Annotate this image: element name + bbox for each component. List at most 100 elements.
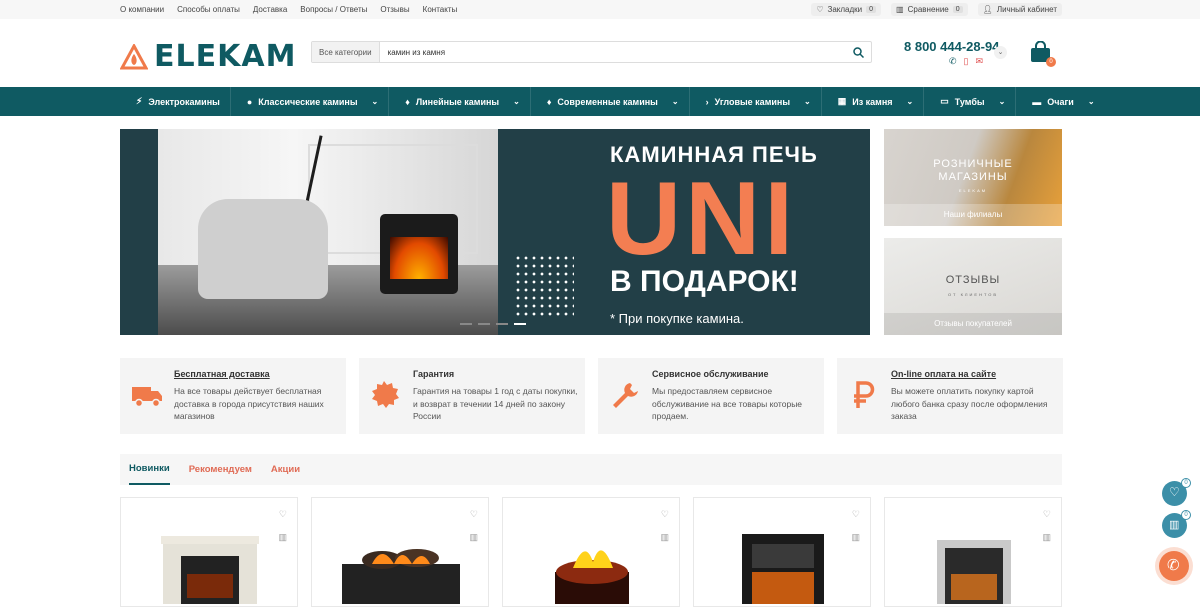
features-row: Бесплатная доставка На все товары действ… <box>120 358 1063 434</box>
feature-title: Сервисное обслуживание <box>652 369 769 379</box>
flame-logo-icon <box>120 43 148 69</box>
account-label: Личный кабинет <box>996 5 1057 14</box>
phone-icon[interactable]: ✆ <box>949 56 957 67</box>
feature-delivery: Бесплатная доставка На все товары действ… <box>120 358 346 434</box>
tab-recommended[interactable]: Рекомендуем <box>189 454 252 485</box>
wishlist-heart-icon[interactable]: ♡ <box>1043 509 1051 520</box>
stores-banner-sub: ELEKAM <box>958 188 988 193</box>
nav-label: Классические камины <box>258 96 358 107</box>
search-input[interactable]: камин из камня <box>380 48 845 57</box>
search-button[interactable] <box>845 42 871 62</box>
phone-number[interactable]: 8 800 444-28-94 <box>904 39 999 54</box>
search-category-select[interactable]: Все категории <box>312 42 380 62</box>
compare-icon[interactable]: ▥ <box>278 532 287 543</box>
drop-icon: ♦ <box>405 96 410 107</box>
nav-item-stands[interactable]: ▭ Тумбы ⌄ <box>924 87 1017 116</box>
chevron-down-icon: ⌄ <box>513 97 520 106</box>
cart-count-badge: 0 <box>1046 57 1056 67</box>
stone-icon: ▦ <box>837 96 847 106</box>
heart-icon: ♡ <box>816 5 824 14</box>
nav-item-linear[interactable]: ♦ Линейные камины ⌄ <box>389 87 531 116</box>
chevron-down-icon: ⌄ <box>997 49 1004 56</box>
product-card[interactable]: ♡ ▥ <box>693 497 871 607</box>
bookmarks-count: 0 <box>866 6 877 13</box>
search-bar: Все категории камин из камня <box>311 41 872 63</box>
account-button[interactable]: 👤︎ Личный кабинет <box>977 3 1062 16</box>
wrench-icon <box>613 383 638 408</box>
nav-item-electric[interactable]: ⚡︎ Электрокамины <box>120 87 231 116</box>
floating-compare-count: 0 <box>1181 510 1191 520</box>
wishlist-heart-icon[interactable]: ♡ <box>661 509 669 520</box>
logo[interactable]: ELEKAM <box>120 39 296 74</box>
floating-compare-button[interactable]: ▥ 0 <box>1162 510 1191 538</box>
bolt-icon: ⚡︎ <box>136 96 143 106</box>
banner-gift-text: В ПОДАРОК! <box>610 265 799 298</box>
floating-wishlist-button[interactable]: ♡ 0 <box>1162 478 1191 506</box>
top-link-faq[interactable]: Вопросы / Ответы <box>300 5 367 14</box>
slide-dot-active[interactable] <box>514 323 526 325</box>
top-links: О компании Способы оплаты Доставка Вопро… <box>120 5 457 14</box>
chevron-down-icon: ⌄ <box>1087 97 1095 106</box>
bar-chart-icon: ▥ <box>1169 519 1180 531</box>
reviews-banner-title: ОТЗЫВЫ <box>945 274 1001 286</box>
nav-item-stone[interactable]: ▦ Из камня ⌄ <box>822 87 925 116</box>
stores-banner[interactable]: РОЗНИЧНЫЕ МАГАЗИНЫ ELEKAM Наши филиалы <box>884 129 1062 226</box>
dot-pattern <box>514 254 574 319</box>
wishlist-heart-icon[interactable]: ♡ <box>852 509 860 520</box>
feature-text: На все товары действует бесплатная доста… <box>174 386 324 421</box>
compare-count: 0 <box>952 6 963 13</box>
feature-title[interactable]: Бесплатная доставка <box>174 369 270 379</box>
top-link-contacts[interactable]: Контакты <box>423 5 458 14</box>
slide-dot[interactable] <box>496 323 508 325</box>
top-link-about[interactable]: О компании <box>120 5 164 14</box>
cart-button[interactable]: 0 <box>1030 40 1056 68</box>
product-image <box>742 534 824 604</box>
compare-icon[interactable]: ▥ <box>1042 532 1051 543</box>
product-grid: ♡ ▥ ♡ ▥ ♡ ▥ ♡ ▥ ♡ ▥ <box>120 497 1062 607</box>
product-card[interactable]: ♡ ▥ <box>120 497 298 607</box>
feature-text: Вы можете оплатить покупку картой любого… <box>891 386 1048 421</box>
slide-dot[interactable] <box>478 323 490 325</box>
tab-sale[interactable]: Акции <box>271 454 300 485</box>
nav-label: Очаги <box>1047 96 1074 107</box>
product-image <box>161 536 259 604</box>
product-card[interactable]: ♡ ▥ <box>311 497 489 607</box>
product-card[interactable]: ♡ ▥ <box>884 497 1062 607</box>
angle-icon: › <box>705 96 709 107</box>
compare-label: Сравнение <box>907 5 949 14</box>
floating-wishlist-count: 0 <box>1181 478 1191 488</box>
chevron-down-icon: ⌄ <box>671 97 679 106</box>
mail-icon[interactable]: ✉ <box>976 56 984 67</box>
chevron-down-icon: ⌄ <box>906 97 914 106</box>
feature-text: Гарантия на товары 1 год с даты покупки,… <box>413 386 578 421</box>
tab-new[interactable]: Новинки <box>129 454 170 485</box>
truck-icon <box>132 387 162 408</box>
product-card[interactable]: ♡ ▥ <box>502 497 680 607</box>
bookmarks-button[interactable]: ♡ Закладки 0 <box>811 3 882 16</box>
hero-banner[interactable]: КАМИННАЯ ПЕЧЬ UNI В ПОДАРОК! * При покуп… <box>120 129 870 335</box>
phone-dropdown-button[interactable]: ⌄ <box>994 46 1007 59</box>
top-link-reviews[interactable]: Отзывы <box>380 5 409 14</box>
bookmarks-label: Закладки <box>827 5 863 14</box>
compare-icon[interactable]: ▥ <box>469 532 478 543</box>
top-link-delivery[interactable]: Доставка <box>253 5 287 14</box>
slide-dot[interactable] <box>460 323 472 325</box>
nav-label: Тумбы <box>954 96 985 107</box>
reviews-banner[interactable]: ОТЗЫВЫ ОТ КЛИЕНТОВ Отзывы покупателей <box>884 238 1062 335</box>
wishlist-heart-icon[interactable]: ♡ <box>470 509 478 520</box>
nav-item-classic[interactable]: ● Классические камины ⌄ <box>231 87 390 116</box>
nav-label: Угловые камины <box>714 96 791 107</box>
compare-icon[interactable]: ▥ <box>851 532 860 543</box>
mobile-icon[interactable]: ▯ <box>964 56 969 67</box>
feature-title[interactable]: On-line оплата на сайте <box>891 369 996 379</box>
product-image <box>342 549 460 604</box>
tv-icon: ▭ <box>940 96 949 106</box>
top-link-payment[interactable]: Способы оплаты <box>177 5 240 14</box>
compare-icon[interactable]: ▥ <box>660 532 669 543</box>
nav-item-corner[interactable]: › Угловые камины ⌄ <box>690 87 822 116</box>
wishlist-heart-icon[interactable]: ♡ <box>279 509 287 520</box>
callback-button[interactable]: ✆ <box>1159 551 1189 581</box>
compare-button[interactable]: ▥ Сравнение 0 <box>891 3 968 16</box>
nav-item-modern[interactable]: ♦ Современные камины ⌄ <box>531 87 690 116</box>
nav-item-hearths[interactable]: ▬ Очаги ⌄ <box>1016 87 1104 116</box>
